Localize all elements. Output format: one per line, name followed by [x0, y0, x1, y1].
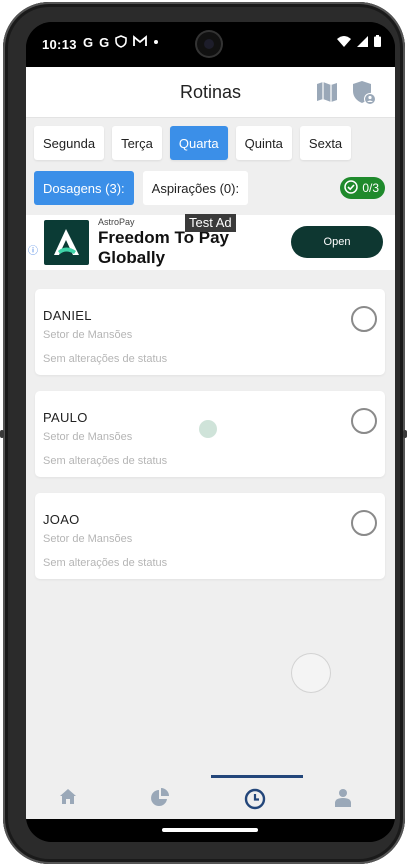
gmail-icon	[133, 35, 148, 51]
done-checkbox[interactable]	[351, 306, 377, 332]
ad-open-button[interactable]: Open	[291, 226, 383, 258]
weekday-selector: Segunda Terça Quarta Quinta Sexta	[34, 126, 352, 160]
shield-icon	[115, 35, 128, 51]
astropay-logo	[44, 220, 89, 265]
day-chip-terca[interactable]: Terça	[112, 126, 162, 160]
completion-badge: 0/3	[340, 177, 385, 199]
patient-sector: Setor de Mansões	[43, 329, 133, 341]
patient-sector: Setor de Mansões	[43, 533, 133, 545]
system-icons	[337, 35, 381, 50]
home-gesture-handle[interactable]	[162, 828, 258, 832]
volume-button	[403, 430, 407, 438]
app-header: Rotinas	[26, 67, 395, 118]
phone-screen: 10:13 G G Rotinas Segunda Terça Quarta Q…	[26, 22, 395, 842]
bottom-nav	[26, 778, 395, 819]
patient-card[interactable]: DANIEL Setor de Mansões Sem alterações d…	[35, 289, 385, 375]
patient-name: DANIEL	[43, 308, 92, 323]
page-title: Rotinas	[179, 82, 242, 102]
home-icon[interactable]	[59, 788, 77, 810]
signal-icon	[357, 35, 368, 50]
google-icon: G	[83, 35, 94, 50]
admin-shield-user-icon[interactable]	[351, 80, 377, 111]
check-circle-icon	[344, 179, 359, 197]
tab-dosagens[interactable]: Dosagens (3):	[34, 171, 134, 205]
wifi-icon	[337, 35, 351, 50]
status-time: 10:13	[42, 37, 77, 52]
ad-brand: AstroPay	[98, 217, 135, 227]
patient-name: JOAO	[43, 512, 80, 527]
ad-info-icon[interactable]: ⓘ	[28, 242, 38, 257]
routine-tabs: Dosagens (3): Aspirações (0):	[34, 171, 249, 205]
patient-name: PAULO	[43, 410, 88, 425]
touch-indicator	[199, 420, 217, 438]
patient-sector: Setor de Mansões	[43, 431, 133, 443]
front-camera	[197, 32, 221, 56]
day-chip-sexta[interactable]: Sexta	[299, 126, 352, 160]
dot-icon	[153, 35, 159, 51]
completion-count: 0/3	[362, 181, 379, 195]
patient-status: Sem alterações de status	[43, 557, 168, 569]
app-content: Rotinas Segunda Terça Quarta Quinta Sext…	[26, 67, 395, 819]
done-checkbox[interactable]	[351, 510, 377, 536]
patient-status: Sem alterações de status	[43, 455, 168, 467]
done-checkbox[interactable]	[351, 408, 377, 434]
pie-chart-icon[interactable]	[150, 788, 170, 813]
tab-aspiracoes[interactable]: Aspirações (0):	[142, 171, 249, 205]
google-icon: G	[99, 35, 110, 50]
touch-ring	[291, 653, 331, 693]
status-bar: 10:13 G G	[26, 22, 395, 67]
battery-icon	[374, 35, 381, 50]
gesture-bar-area	[26, 819, 395, 842]
day-chip-segunda[interactable]: Segunda	[34, 126, 105, 160]
map-icon[interactable]	[315, 80, 339, 109]
test-ad-label: Test Ad	[185, 214, 236, 232]
notification-icons: G G	[83, 35, 159, 51]
ad-headline: Freedom To Pay Globally	[98, 228, 229, 267]
day-chip-quarta[interactable]: Quarta	[169, 126, 228, 160]
user-icon[interactable]	[335, 788, 351, 812]
day-chip-quinta[interactable]: Quinta	[235, 126, 292, 160]
patient-card[interactable]: JOAO Setor de Mansões Sem alterações de …	[35, 493, 385, 579]
clock-icon[interactable]	[244, 788, 266, 815]
power-button	[0, 430, 4, 438]
patient-status: Sem alterações de status	[43, 353, 168, 365]
